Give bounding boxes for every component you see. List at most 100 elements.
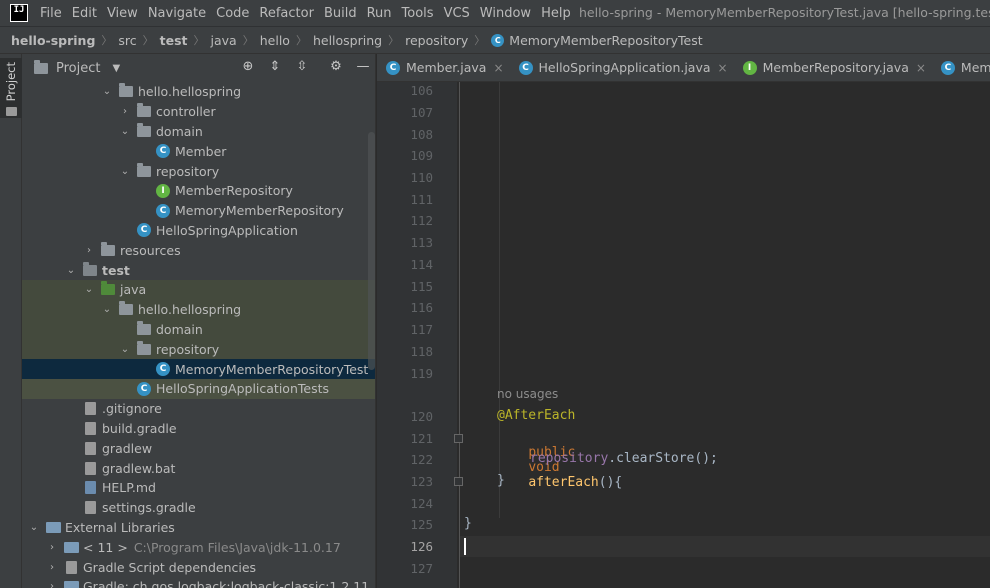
tree-item[interactable]: ⌄ test [22,260,375,280]
tree-item[interactable]: gradlew [22,438,375,458]
tab-label: Member.java [406,60,487,75]
close-icon[interactable]: × [916,61,926,75]
tree-item-label: hello.hellospring [138,302,242,318]
menu-vcs[interactable]: VCS [440,6,474,21]
menu-file[interactable]: File [36,6,66,21]
tree-item[interactable]: › resources [22,240,375,260]
chevron-right-icon[interactable]: › [46,542,58,553]
breadcrumb: hello-spring 〉 src 〉 test 〉 java 〉 hello 〉 he… [0,26,990,54]
close-icon[interactable]: × [493,61,503,75]
tree-item-label: HelloSpringApplicationTests [156,381,329,397]
test-source-folder-icon [100,281,116,298]
chevron-down-icon[interactable]: ⌄ [119,166,131,177]
code-editor[interactable]: 106 107 108 109 110 111 112 113 114 115 … [377,82,990,588]
spring-class-icon: C [136,222,152,238]
tab-member-repository[interactable]: I MemberRepository.java × [734,54,932,81]
chevron-right-icon[interactable]: › [46,581,58,588]
tree-item[interactable]: ⌄ External Libraries [22,518,375,538]
menu-view[interactable]: View [103,6,142,21]
tree-item[interactable]: ⌄ java [22,279,375,300]
menu-code[interactable]: Code [212,6,253,21]
tree-item[interactable]: › Gradle: ch.qos.logback:logback-classic… [22,577,375,588]
tree-item[interactable]: C Member [22,141,375,161]
tree-item[interactable]: C MemoryMemberRepository [22,201,375,221]
tree-item[interactable]: domain [22,319,375,340]
chevron-right-icon[interactable]: › [83,245,95,256]
tree-item-selected[interactable]: C MemoryMemberRepositoryTest [22,359,375,379]
menu-refactor[interactable]: Refactor [255,6,318,21]
chevron-down-icon[interactable]: ⌄ [65,265,77,276]
tree-item[interactable]: build.gradle [22,419,375,439]
line-number: 111 [410,192,433,207]
chevron-down-icon[interactable]: ⌄ [119,344,131,355]
tree-item[interactable]: ⌄ repository [22,339,375,360]
chevron-right-icon[interactable]: › [119,106,131,117]
line-number: 115 [410,279,433,294]
project-panel-title[interactable]: Project [56,61,100,76]
library-icon [63,579,79,588]
tree-item[interactable]: settings.gradle [22,498,375,518]
chevron-down-icon[interactable]: ⌄ [101,304,113,315]
tree-item[interactable]: C HelloSpringApplicationTests [22,378,375,399]
tree-item[interactable]: ⌄ domain [22,122,375,142]
chevron-down-icon[interactable]: ⌄ [28,522,40,533]
menu-navigate[interactable]: Navigate [144,6,210,21]
line-number: 112 [410,213,433,228]
fold-marker-icon[interactable] [454,434,463,443]
tab-hello-spring-application[interactable]: C HelloSpringApplication.java × [510,54,734,81]
package-folder-icon [136,162,152,179]
usage-hint[interactable]: no usages [497,387,558,401]
chevron-right-icon[interactable]: › [46,562,58,573]
fold-marker-icon[interactable] [454,477,463,486]
tree-item[interactable]: ⌄ repository [22,161,375,181]
menu-build[interactable]: Build [320,6,361,21]
gradle-icon [63,559,79,575]
class-icon: C [940,60,955,75]
breadcrumb-repository[interactable]: repository [405,33,468,48]
tab-member[interactable]: C Member.java × [377,54,510,81]
tree-item[interactable]: ⌄ hello.hellospring [22,82,375,102]
chevron-down-icon[interactable]: ⌄ [83,284,95,295]
tab-memory-member-repository[interactable]: C MemoryMemb [932,54,990,81]
line-number: 127 [410,561,433,576]
chevron-down-icon[interactable]: ⌄ [119,126,131,137]
menu-tools[interactable]: Tools [398,6,438,21]
tree-item-label: HELP.md [102,480,156,496]
tree-item[interactable]: .gitignore [22,399,375,419]
tree-item[interactable]: › Gradle Script dependencies [22,557,375,577]
menu-edit[interactable]: Edit [68,6,101,21]
tree-item[interactable]: HELP.md [22,478,375,498]
intellij-logo-icon[interactable]: IJ [10,4,28,22]
tree-scrollbar[interactable] [368,132,375,370]
collapse-all-icon[interactable]: ⇳ [294,59,310,75]
breadcrumb-hello[interactable]: hello [260,33,290,48]
breadcrumb-file[interactable]: MemoryMemberRepositoryTest [509,33,702,48]
tree-item[interactable]: C HelloSpringApplication [22,221,375,241]
breadcrumb-test[interactable]: test [160,33,188,48]
menu-run[interactable]: Run [363,6,396,21]
tree-item-label: MemoryMemberRepositoryTest [175,361,369,377]
breadcrumb-java[interactable]: java [211,33,237,48]
tree-item[interactable]: gradlew.bat [22,458,375,478]
project-tool-button[interactable]: Project [0,58,22,118]
expand-all-icon[interactable]: ⇕ [267,59,283,75]
close-icon[interactable]: × [718,61,728,75]
chevron-down-icon[interactable]: ⌄ [101,86,113,97]
line-number: 120 [410,409,433,424]
menu-window[interactable]: Window [476,6,535,21]
tree-item[interactable]: ⌄ hello.hellospring [22,299,375,320]
tree-item[interactable]: › < 11 > C:\Program Files\Java\jdk-11.0.… [22,537,375,557]
minimize-icon[interactable]: — [355,59,371,75]
breadcrumb-src[interactable]: src [118,33,136,48]
line-number: 108 [410,127,433,142]
tree-item-label: gradlew [102,440,153,456]
breadcrumb-project[interactable]: hello-spring [11,33,95,48]
chevron-down-icon[interactable]: ▼ [112,63,120,74]
gear-icon[interactable]: ⚙ [328,59,344,75]
locate-icon[interactable]: ⊕ [240,59,256,75]
menu-help[interactable]: Help [537,6,575,21]
tree-item[interactable]: I MemberRepository [22,181,375,201]
tree-item-label: Gradle Script dependencies [83,559,257,575]
tree-item[interactable]: › controller [22,102,375,122]
breadcrumb-hellospring[interactable]: hellospring [313,33,382,48]
